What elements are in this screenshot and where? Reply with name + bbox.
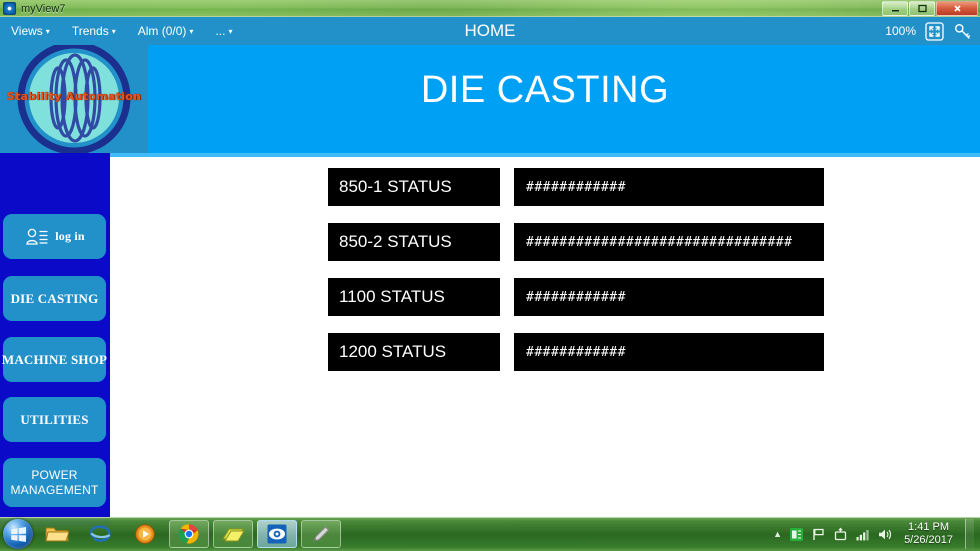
internet-explorer-icon: [89, 525, 111, 542]
taskbar-myview-window[interactable]: [257, 520, 297, 548]
flag-icon[interactable]: [811, 527, 826, 542]
menu-more[interactable]: ... ▾: [204, 17, 243, 45]
fullscreen-icon[interactable]: [925, 21, 944, 41]
status-label-1200: 1200 STATUS: [328, 333, 500, 371]
sidebar-item-die-casting[interactable]: DIE CASTING: [3, 276, 106, 321]
taskbar: ▲ 1:41 PM 5/26/2017: [0, 517, 980, 551]
tray-overflow-arrow[interactable]: ▲: [773, 529, 782, 539]
minimize-icon: [891, 10, 899, 12]
status-row: 1100 STATUS ############: [328, 278, 828, 316]
chevron-down-icon: ▾: [228, 27, 233, 36]
window-title: myView7: [21, 2, 66, 15]
zoom-level-label: 100%: [885, 24, 916, 38]
sidebar-item-power-management[interactable]: POWER MANAGEMENT: [3, 458, 106, 507]
user-profile-icon: [26, 228, 48, 245]
toolbar-right-group: 100%: [885, 17, 972, 45]
status-list: 850-1 STATUS ############ 850-2 STATUS #…: [328, 168, 828, 388]
network-icon[interactable]: [855, 527, 870, 542]
window-controls: [882, 0, 978, 17]
screen: myView7 Views ▾ Trends ▾ Alm (0/0) ▾ ...…: [0, 0, 980, 551]
sidebar-item-power-line1: POWER: [31, 467, 78, 482]
google-chrome-icon: [178, 524, 199, 544]
windows-logo-icon: [10, 526, 26, 542]
status-label-850-2: 850-2 STATUS: [328, 223, 500, 261]
chevron-down-icon: ▾: [45, 27, 50, 36]
app-eye-icon: [3, 2, 16, 15]
sidebar-item-die-casting-label: DIE CASTING: [10, 290, 99, 306]
menu-views-label: Views: [11, 24, 43, 38]
clock-time: 1:41 PM: [908, 521, 950, 533]
sidebar-item-utilities-label: UTILITIES: [20, 411, 89, 427]
chevron-down-icon: ▾: [189, 27, 194, 36]
start-button[interactable]: [3, 519, 33, 549]
sidebar-item-utilities[interactable]: UTILITIES: [3, 397, 106, 442]
menu-trends[interactable]: Trends ▾: [61, 17, 127, 45]
system-tray: ▲ 1:41 PM 5/26/2017: [767, 517, 980, 551]
company-logo: Stability Automation: [0, 45, 148, 153]
status-value-850-1: ############: [514, 168, 824, 206]
menu-more-label: ...: [215, 24, 226, 38]
taskbar-windows-explorer[interactable]: [37, 520, 77, 548]
volume-icon[interactable]: [877, 527, 893, 542]
banner-underline: [0, 153, 980, 157]
toolbar-menu-group: Views ▾ Trends ▾ Alm (0/0) ▾ ... ▾: [0, 17, 243, 45]
action-center-icon[interactable]: [789, 527, 804, 542]
menu-alarms-label: Alm (0/0): [137, 24, 187, 38]
status-value-1200: ############: [514, 333, 824, 371]
status-label-1100: 1100 STATUS: [328, 278, 500, 316]
taskbar-google-chrome[interactable]: [169, 520, 209, 548]
folder-notes-icon: [222, 528, 245, 542]
app-toolbar: Views ▾ Trends ▾ Alm (0/0) ▾ ... ▾ HOME 100%: [0, 17, 980, 45]
chevron-down-icon: ▾: [111, 27, 116, 36]
page-body: DIE CASTING Stability Automation log in …: [0, 45, 980, 517]
show-desktop-button[interactable]: [965, 519, 974, 549]
maximize-button[interactable]: [909, 1, 935, 16]
taskbar-folder-notes[interactable]: [213, 520, 253, 548]
taskbar-paint[interactable]: [301, 520, 341, 548]
status-value-1100: ############: [514, 278, 824, 316]
taskbar-media-player[interactable]: [125, 520, 165, 548]
sidebar-item-login-label: log in: [55, 229, 85, 243]
minimize-button[interactable]: [882, 1, 908, 16]
logo-text: Stability Automation: [6, 90, 142, 103]
key-icon[interactable]: [953, 22, 972, 41]
clock-date: 5/26/2017: [904, 534, 953, 546]
status-label-850-1: 850-1 STATUS: [328, 168, 500, 206]
status-row: 1200 STATUS ############: [328, 333, 828, 371]
status-value-850-2: ################################: [514, 223, 824, 261]
close-button[interactable]: [936, 1, 978, 16]
menu-views[interactable]: Views ▾: [0, 17, 61, 45]
menu-alarms[interactable]: Alm (0/0) ▾: [127, 17, 205, 45]
sidebar-item-power-management-label: POWER MANAGEMENT: [10, 468, 98, 498]
status-row: 850-2 STATUS ###########################…: [328, 223, 828, 261]
maximize-icon: [917, 4, 927, 13]
status-row: 850-1 STATUS ############: [328, 168, 828, 206]
window-title-bar[interactable]: myView7: [0, 0, 980, 17]
menu-trends-label: Trends: [71, 24, 109, 38]
sidebar-item-power-line2: MANAGEMENT: [10, 482, 99, 497]
sidebar-item-machine-shop-label: MACHINE SHOP: [1, 351, 108, 367]
clock[interactable]: 1:41 PM 5/26/2017: [904, 521, 953, 547]
windows-explorer-icon: [45, 527, 70, 542]
banner-title: DIE CASTING: [420, 69, 670, 111]
taskbar-internet-explorer[interactable]: [81, 520, 121, 548]
sidebar: log in DIE CASTING MACHINE SHOP UTILITIE…: [0, 153, 110, 517]
paint-pencil-icon: [313, 526, 330, 542]
close-icon: [953, 5, 961, 12]
sidebar-item-login[interactable]: log in: [3, 214, 106, 259]
sidebar-item-machine-shop[interactable]: MACHINE SHOP: [1, 337, 108, 382]
safely-remove-icon[interactable]: [833, 527, 848, 542]
myview-eye-icon: [267, 524, 287, 544]
media-player-icon: [135, 524, 155, 544]
